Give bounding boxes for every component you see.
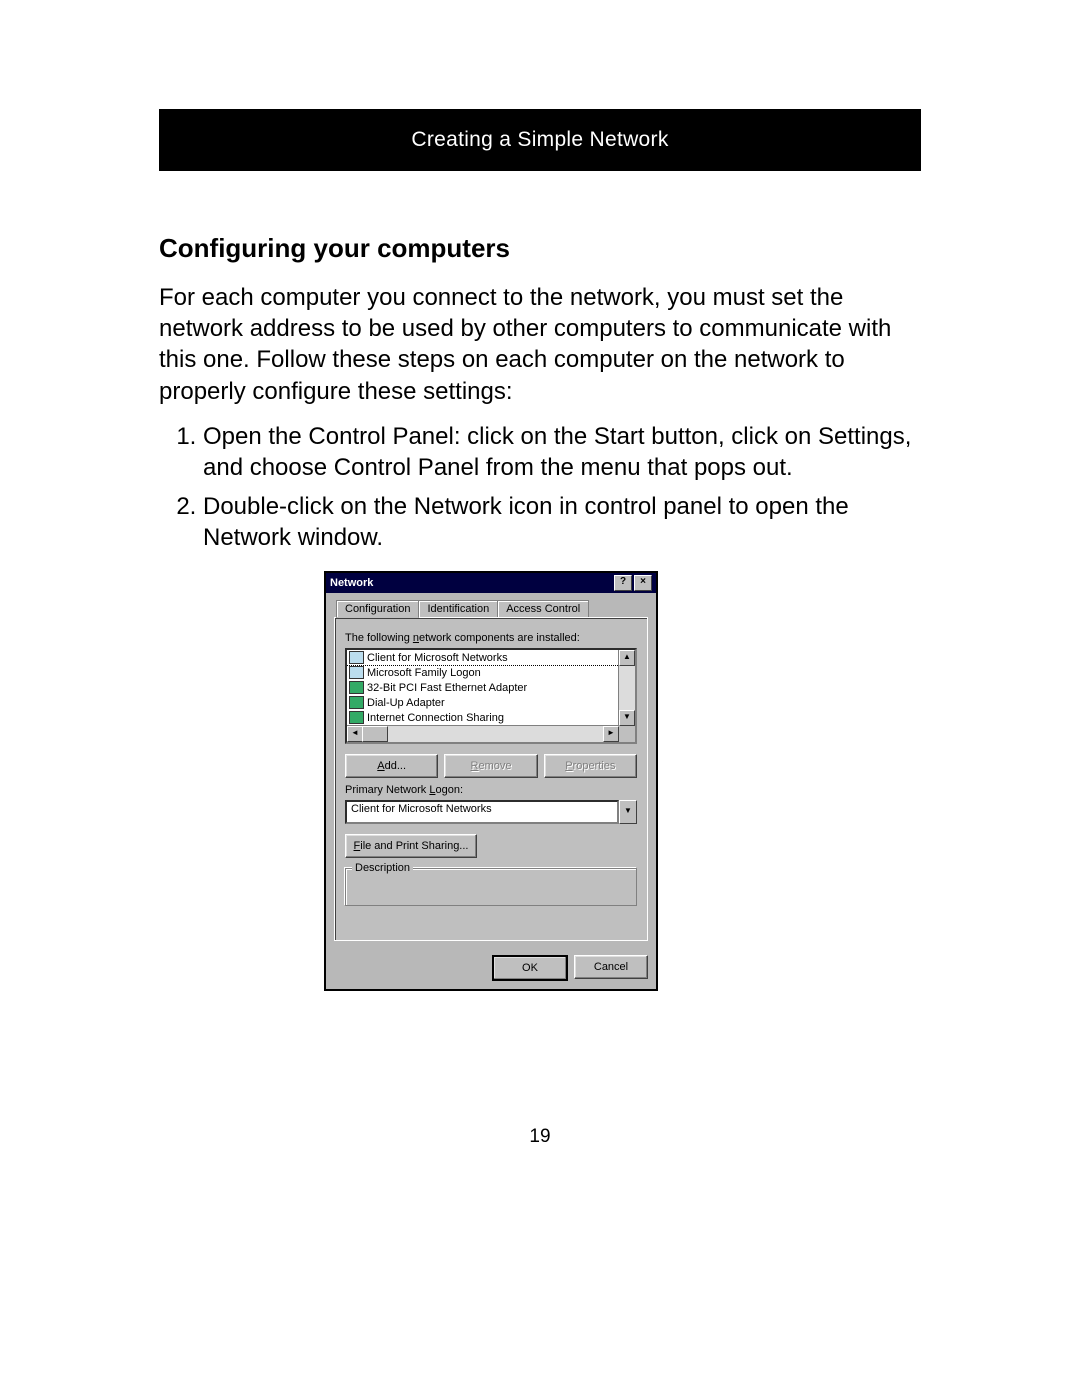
list-item-label: Client for Microsoft Networks (367, 652, 508, 664)
btn-accel: P (565, 760, 572, 772)
btn-accel: R (471, 760, 479, 772)
list-item[interactable]: Microsoft Family Logon (347, 665, 619, 680)
vertical-scrollbar[interactable]: ▲ ▼ (618, 650, 635, 726)
label-text: The following (345, 632, 413, 644)
btn-label: dd... (385, 760, 406, 772)
label-text: Primary Network (345, 784, 429, 796)
tab-access-control[interactable]: Access Control (497, 600, 589, 617)
components-label: The following network components are ins… (345, 632, 637, 644)
intro-paragraph: For each computer you connect to the net… (159, 282, 921, 407)
tab-strip: Configuration Identification Access Cont… (334, 599, 648, 618)
primary-logon-value[interactable]: Client for Microsoft Networks (345, 800, 619, 824)
scroll-up-icon[interactable]: ▲ (619, 650, 635, 666)
list-item[interactable]: Client for Microsoft Networks (347, 650, 619, 665)
primary-logon-combobox[interactable]: Client for Microsoft Networks ▼ (345, 800, 637, 824)
label-text: ogon: (435, 784, 463, 796)
dialog-title-text: Network (330, 577, 612, 589)
tab-label: Identification (427, 603, 489, 615)
scroll-thumb[interactable] (362, 726, 388, 742)
list-item[interactable]: Dial-Up Adapter (347, 695, 619, 710)
page-header-title: Creating a Simple Network (411, 128, 668, 152)
file-print-sharing-button[interactable]: File and Print Sharing... (345, 834, 477, 858)
dialog-footer: OK Cancel (326, 949, 656, 989)
btn-accel: A (377, 760, 384, 772)
tab-label: Access Control (506, 603, 580, 615)
section-heading: Configuring your computers (159, 233, 921, 264)
add-button[interactable]: Add... (345, 754, 438, 778)
btn-accel: F (354, 840, 361, 852)
list-item[interactable]: Internet Connection Sharing (347, 710, 619, 725)
steps-list: Open the Control Panel: click on the Sta… (159, 421, 921, 554)
btn-label: ile and Print Sharing... (360, 840, 468, 852)
ok-button[interactable]: OK (492, 955, 568, 981)
component-buttons-row: Add... Remove Properties (345, 754, 637, 778)
step-item: Open the Control Panel: click on the Sta… (203, 421, 921, 483)
list-item-label: Internet Connection Sharing (367, 712, 504, 724)
page-number: 19 (0, 1126, 1080, 1148)
horizontal-scrollbar[interactable]: ◄ ► (347, 725, 619, 742)
cancel-button[interactable]: Cancel (574, 955, 648, 979)
primary-logon-label: Primary Network Logon: (345, 784, 637, 796)
tab-configuration[interactable]: Configuration (336, 600, 419, 618)
dropdown-arrow-icon[interactable]: ▼ (619, 800, 637, 824)
list-item-label: Dial-Up Adapter (367, 697, 445, 709)
scroll-down-icon[interactable]: ▼ (619, 710, 635, 726)
list-item[interactable]: 32-Bit PCI Fast Ethernet Adapter (347, 680, 619, 695)
dialog-body: Configuration Identification Access Cont… (326, 593, 656, 949)
scroll-right-icon[interactable]: ► (603, 726, 619, 742)
list-item-label: 32-Bit PCI Fast Ethernet Adapter (367, 682, 527, 694)
description-groupbox: Description (345, 868, 637, 906)
adapter-icon (349, 696, 364, 709)
btn-label: emove (478, 760, 511, 772)
scroll-corner (619, 726, 635, 742)
tab-identification[interactable]: Identification (418, 600, 498, 617)
label-text: etwork components are installed: (419, 632, 580, 644)
page-header-bar: Creating a Simple Network (159, 109, 921, 171)
remove-button: Remove (444, 754, 537, 778)
list-item-label: Microsoft Family Logon (367, 667, 481, 679)
btn-label: roperties (573, 760, 616, 772)
client-icon (349, 651, 364, 664)
step-item: Double-click on the Network icon in cont… (203, 491, 921, 553)
adapter-icon (349, 711, 364, 724)
components-listbox[interactable]: Client for Microsoft Networks Microsoft … (345, 648, 637, 744)
client-icon (349, 666, 364, 679)
listbox-viewport: Client for Microsoft Networks Microsoft … (347, 650, 619, 726)
adapter-icon (349, 681, 364, 694)
close-button[interactable]: × (634, 575, 652, 591)
document-page: Creating a Simple Network Configuring yo… (0, 0, 1080, 1397)
properties-button: Properties (544, 754, 637, 778)
scroll-left-icon[interactable]: ◄ (347, 726, 363, 742)
description-legend: Description (352, 862, 413, 874)
tab-panel-configuration: The following network components are ins… (334, 618, 648, 941)
tab-label: Configuration (345, 603, 410, 615)
page-content: Configuring your computers For each comp… (159, 233, 921, 562)
dialog-title-bar[interactable]: Network ? × (326, 573, 656, 593)
network-dialog: Network ? × Configuration Identification… (324, 571, 658, 991)
help-button[interactable]: ? (614, 575, 632, 591)
